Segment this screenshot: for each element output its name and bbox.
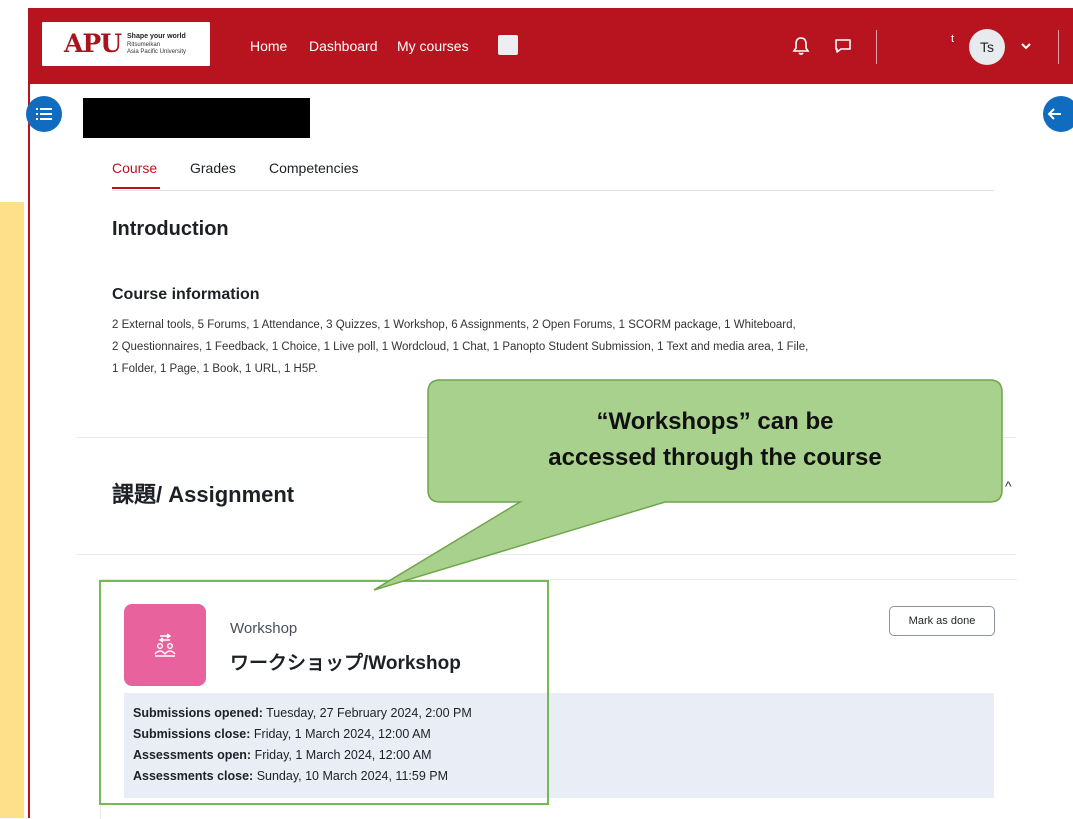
callout-line-1: “Workshops” can be	[596, 408, 834, 435]
callout-line-2: accessed through the course	[548, 444, 882, 471]
callout-text: “Workshops” can be accessed through the …	[430, 404, 1000, 476]
